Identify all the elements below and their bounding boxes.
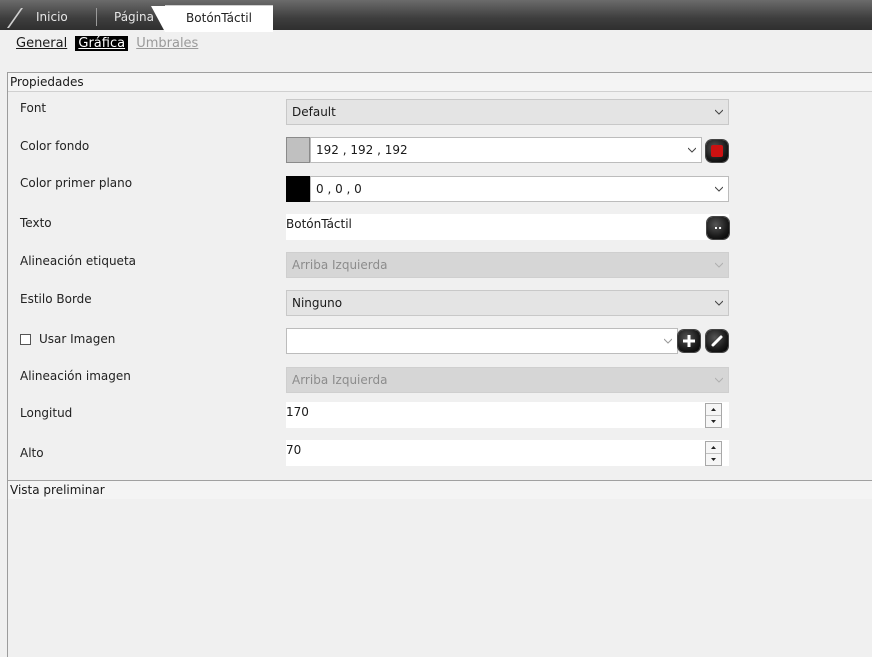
preview-area bbox=[8, 499, 872, 657]
estilo-borde-select[interactable]: Ninguno bbox=[286, 290, 729, 316]
triangle-up-icon bbox=[711, 446, 716, 449]
alineacion-etiqueta-select: Arriba Izquierda bbox=[286, 252, 729, 278]
subtab-general[interactable]: General bbox=[16, 36, 67, 51]
color-primer-plano-swatch bbox=[286, 176, 310, 202]
label-color-primer-plano: Color primer plano bbox=[20, 176, 133, 190]
spin-up-button[interactable] bbox=[706, 404, 721, 416]
alineacion-imagen-select: Arriba Izquierda bbox=[286, 367, 729, 393]
color-fondo-value: 192 , 192 , 192 bbox=[316, 143, 408, 157]
ellipsis-icon: .. bbox=[713, 219, 723, 232]
font-select-value: Default bbox=[292, 105, 336, 119]
triangle-down-icon bbox=[711, 420, 716, 423]
alto-value: 70 bbox=[286, 443, 302, 457]
longitud-input[interactable]: 170 bbox=[286, 402, 729, 428]
chevron-down-icon bbox=[715, 109, 723, 115]
texto-input[interactable]: BotónTáctil bbox=[286, 214, 729, 240]
tab-strip-slash-decoration bbox=[6, 8, 24, 28]
alto-spinner[interactable] bbox=[705, 441, 722, 466]
color-primer-plano-value: 0 , 0 , 0 bbox=[316, 182, 362, 196]
font-select[interactable]: Default bbox=[286, 99, 729, 125]
plus-icon bbox=[683, 335, 695, 347]
color-primer-plano-select[interactable]: 0 , 0 , 0 bbox=[310, 176, 729, 202]
triangle-down-icon bbox=[711, 458, 716, 461]
properties-header: Propiedades bbox=[8, 72, 872, 92]
pencil-icon bbox=[711, 335, 723, 347]
triangle-up-icon bbox=[711, 408, 716, 411]
spin-down-button[interactable] bbox=[706, 454, 721, 465]
tab-botontactil-label: BotónTáctil bbox=[186, 11, 252, 25]
color-fondo-select[interactable]: 192 , 192 , 192 bbox=[310, 137, 702, 163]
subtab-umbrales: Umbrales bbox=[136, 36, 199, 51]
chevron-down-icon bbox=[715, 300, 723, 306]
estilo-borde-value: Ninguno bbox=[292, 296, 343, 310]
label-alineacion-imagen: Alineación imagen bbox=[20, 369, 131, 383]
label-longitud: Longitud bbox=[20, 406, 73, 420]
label-alto: Alto bbox=[20, 446, 44, 460]
tab-pagina[interactable]: Página bbox=[114, 6, 154, 28]
chevron-down-icon bbox=[688, 147, 696, 153]
label-estilo-borde: Estilo Borde bbox=[20, 292, 92, 306]
color-picker-button[interactable] bbox=[706, 140, 728, 162]
spin-down-button[interactable] bbox=[706, 416, 721, 427]
red-color-icon bbox=[711, 145, 723, 157]
tab-divider bbox=[96, 8, 97, 26]
imagen-select[interactable] bbox=[286, 328, 678, 354]
alto-input[interactable]: 70 bbox=[286, 440, 729, 466]
usar-imagen-checkbox[interactable] bbox=[20, 334, 31, 345]
label-texto: Texto bbox=[20, 216, 52, 230]
subtab-grafica[interactable]: Gráfica bbox=[75, 36, 129, 51]
label-alineacion-etiqueta: Alineación etiqueta bbox=[20, 254, 136, 268]
chevron-down-icon bbox=[715, 377, 723, 383]
subtab-bar: General Gráfica Umbrales bbox=[16, 36, 202, 54]
alineacion-imagen-value: Arriba Izquierda bbox=[292, 373, 388, 387]
text-edit-ellipsis-button[interactable]: .. bbox=[707, 217, 729, 239]
edit-image-button[interactable] bbox=[706, 330, 728, 352]
longitud-value: 170 bbox=[286, 405, 309, 419]
texto-value: BotónTáctil bbox=[286, 217, 352, 231]
tab-inicio[interactable]: Inicio bbox=[36, 6, 68, 28]
tab-botontactil[interactable]: BotónTáctil bbox=[151, 5, 273, 32]
color-fondo-swatch bbox=[286, 137, 310, 163]
longitud-spinner[interactable] bbox=[705, 403, 722, 428]
chevron-down-icon bbox=[715, 186, 723, 192]
spin-up-button[interactable] bbox=[706, 442, 721, 454]
alineacion-etiqueta-value: Arriba Izquierda bbox=[292, 258, 388, 272]
add-image-button[interactable] bbox=[678, 330, 700, 352]
chevron-down-icon bbox=[664, 338, 672, 344]
chevron-down-icon bbox=[715, 262, 723, 268]
document-tab-strip: Inicio Página BotónTáctil bbox=[0, 0, 872, 32]
label-usar-imagen: Usar Imagen bbox=[39, 332, 116, 346]
preview-header: Vista preliminar bbox=[8, 480, 872, 500]
label-font: Font bbox=[20, 101, 47, 115]
label-color-fondo: Color fondo bbox=[20, 139, 90, 153]
